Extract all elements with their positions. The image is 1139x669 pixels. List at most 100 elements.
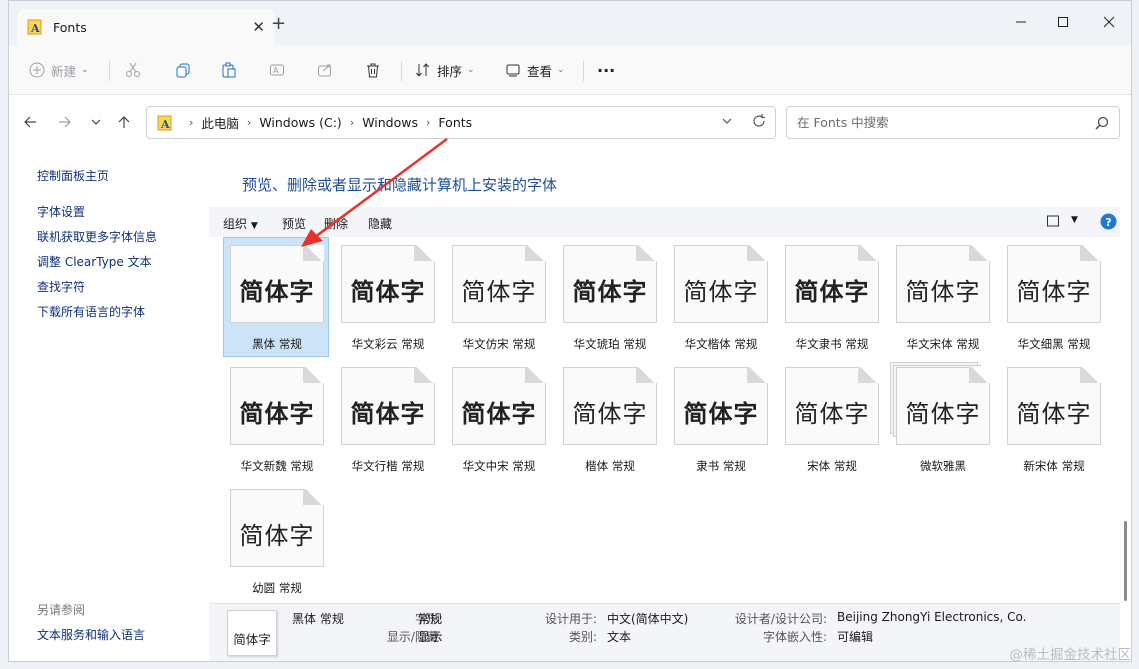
view-button[interactable]: 查看 ⌄: [505, 57, 565, 83]
font-tile[interactable]: 简体字 华文中宋 常规: [445, 359, 551, 479]
font-tile[interactable]: 简体字 华文彩云 常规: [334, 237, 440, 357]
preview-button[interactable]: 预览: [282, 215, 306, 232]
font-tile[interactable]: 简体字华文宋体 常规: [889, 237, 995, 357]
breadcrumb-fonts[interactable]: Fonts: [438, 115, 472, 130]
font-preview-text: 简体字: [239, 522, 315, 550]
plus-icon[interactable]: +: [271, 13, 286, 34]
font-tile[interactable]: 简体字华文细黑 常规: [1000, 237, 1106, 357]
font-folder-icon: A: [157, 115, 172, 131]
font-preview-text: 简体字: [794, 278, 870, 306]
detail-style-value: 常规: [418, 612, 443, 626]
page-fold: [747, 367, 768, 383]
breadcrumb-windows[interactable]: Windows: [362, 115, 418, 130]
online-font-info-link[interactable]: 联机获取更多字体信息: [37, 228, 157, 245]
download-fonts-link[interactable]: 下载所有语言的字体: [37, 303, 145, 320]
breadcrumb-drive-c[interactable]: Windows (C:): [259, 115, 341, 130]
trash-icon: [367, 63, 379, 78]
page-fold: [1080, 367, 1101, 383]
view-layout-icon[interactable]: [1046, 214, 1060, 231]
detail-designed-key: 设计用于:: [544, 612, 597, 626]
organize-menu[interactable]: 组织 ▼: [223, 215, 258, 232]
font-preview-text: 简体字: [350, 278, 426, 306]
font-name-label: 华文宋体 常规: [906, 337, 980, 351]
font-name-label: 华文细黑 常规: [1017, 337, 1091, 351]
maximize-icon[interactable]: [1043, 7, 1083, 37]
font-preview-text: 简体字: [905, 278, 981, 306]
font-tile[interactable]: 简体字 楷体 常规: [556, 359, 662, 479]
chevron-right-icon: ›: [189, 116, 194, 129]
close-tab-icon[interactable]: ✕: [252, 18, 265, 36]
back-icon[interactable]: [19, 111, 41, 133]
rename-button[interactable]: A: [269, 57, 285, 83]
breadcrumb-this-pc[interactable]: 此电脑: [201, 113, 239, 132]
font-preview-text: 简体字: [461, 400, 537, 428]
chevron-down-icon: ⌄: [557, 65, 565, 75]
left-pane: 控制面板主页 字体设置 联机获取更多字体信息 调整 ClearType 文本 查…: [9, 141, 209, 661]
chevron-right-icon: ›: [426, 116, 431, 129]
close-icon[interactable]: [1089, 7, 1129, 37]
caret-down-icon[interactable]: ▼: [1071, 215, 1078, 225]
font-tile[interactable]: 简体字 幼圆 常规: [223, 481, 329, 601]
text-services-link[interactable]: 文本服务和输入语言: [37, 626, 145, 643]
control-panel-home-link[interactable]: 控制面板主页: [37, 167, 109, 184]
font-name-label: 华文仿宋 常规: [462, 337, 536, 351]
paste-button[interactable]: [221, 57, 237, 83]
search-box[interactable]: [786, 106, 1120, 139]
font-tile[interactable]: 简体字 隶书 常规: [667, 359, 773, 479]
font-tile[interactable]: 简体字 新宋体 常规: [1000, 359, 1106, 479]
delete-button[interactable]: [365, 57, 381, 83]
search-input[interactable]: [797, 115, 1095, 130]
font-tile[interactable]: 简体字 宋体 常规: [778, 359, 884, 479]
tab-fonts[interactable]: A Fonts ✕: [17, 9, 275, 45]
detail-font-preview: 简体字: [227, 610, 277, 656]
hide-button[interactable]: 隐藏: [368, 215, 392, 232]
detail-category-value: 文本: [607, 630, 632, 644]
font-tile[interactable]: 简体字 华文行楷 常规: [334, 359, 440, 479]
sort-button[interactable]: 排序 ⌄: [415, 57, 475, 83]
delete-font-button[interactable]: 删除: [324, 215, 348, 232]
detail-show-value: 显示: [418, 630, 443, 644]
forward-icon[interactable]: [54, 111, 76, 133]
copy-button[interactable]: [175, 57, 191, 83]
font-name-label: 幼圆 常规: [252, 581, 302, 595]
minimize-icon[interactable]: [1001, 7, 1041, 37]
up-icon[interactable]: [113, 111, 135, 133]
svg-text:?: ?: [1105, 216, 1111, 229]
font-tile[interactable]: 简体字 微软雅黑: [889, 359, 995, 479]
explorer-window: A Fonts ✕ + 新建 ⌄ A 排序 ⌄ 查看 ⌄ ··· A › 此电脑…: [8, 0, 1132, 662]
font-tile[interactable]: 简体字华文琥珀 常规: [556, 237, 662, 357]
cut-button[interactable]: [125, 57, 141, 83]
chevron-down-icon[interactable]: [721, 115, 733, 130]
search-icon[interactable]: [1095, 116, 1109, 130]
address-bar[interactable]: A › 此电脑 › Windows (C:) › Windows › Fonts: [146, 106, 776, 139]
chevron-right-icon: ›: [349, 116, 355, 129]
refresh-icon[interactable]: [751, 113, 767, 132]
help-icon[interactable]: ?: [1100, 213, 1117, 233]
font-preview-text: 简体字: [239, 400, 315, 428]
font-folder-icon: A: [27, 19, 42, 35]
find-character-link[interactable]: 查找字符: [37, 278, 85, 295]
recent-locations-icon[interactable]: [85, 111, 107, 133]
more-options-button[interactable]: ···: [597, 57, 615, 83]
share-icon: [318, 64, 331, 77]
page-fold: [858, 245, 879, 261]
font-tile[interactable]: 简体字 华文隶书 常规: [778, 237, 884, 357]
font-name-label: 黑体 常规: [252, 337, 302, 351]
font-tile[interactable]: 简体字 华文楷体 常规: [667, 237, 773, 357]
font-name-label: 华文琥珀 常规: [573, 337, 647, 351]
font-preview-text: 简体字: [1016, 278, 1092, 306]
page-fold: [636, 245, 657, 261]
font-settings-link[interactable]: 字体设置: [37, 203, 85, 220]
font-tile[interactable]: 简体字 华文仿宋 常规: [445, 237, 551, 357]
font-name-label: 华文行楷 常规: [351, 459, 425, 473]
share-button[interactable]: [317, 57, 333, 83]
font-preview-text: 简体字: [572, 278, 648, 306]
new-button[interactable]: 新建 ⌄: [29, 57, 89, 83]
font-tile[interactable]: 简体字 黑体 常规: [223, 237, 329, 357]
vertical-scrollbar[interactable]: [1124, 521, 1127, 601]
divider: [401, 61, 402, 81]
cleartype-link[interactable]: 调整 ClearType 文本: [37, 253, 152, 270]
page-fold: [969, 367, 990, 383]
page-fold: [414, 367, 435, 383]
font-tile[interactable]: 简体字 华文新魏 常规: [223, 359, 329, 479]
